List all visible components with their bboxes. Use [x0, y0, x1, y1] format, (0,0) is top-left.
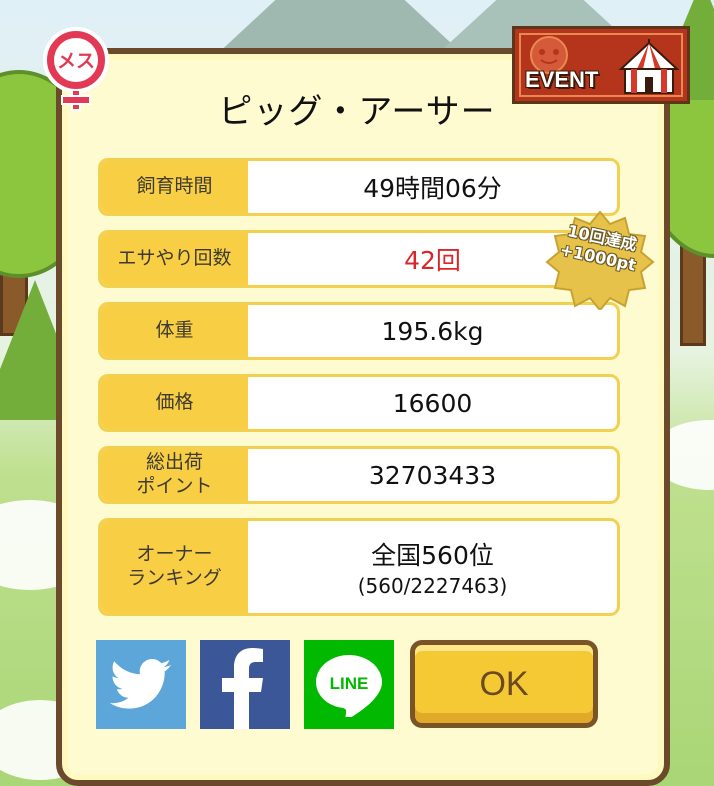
stat-row-raising-time: 飼育時間 49時間06分 — [98, 158, 620, 216]
stat-label: 価格 — [101, 377, 248, 429]
line-share-button[interactable]: LINE — [304, 640, 394, 729]
stat-row-owner-ranking: オーナー ランキング 全国560位 (560/2227463) — [98, 518, 620, 616]
ranking-value: 全国560位 — [371, 541, 494, 570]
stat-value: 32703433 — [368, 460, 497, 490]
stat-label: 体重 — [101, 305, 248, 357]
stat-row-price: 価格 16600 — [98, 374, 620, 432]
gender-label: メス — [57, 50, 95, 72]
stat-label: 飼育時間 — [101, 161, 248, 213]
stat-row-weight: 体重 195.6kg — [98, 302, 620, 360]
stat-label: オーナー ランキング — [101, 521, 248, 613]
line-speech-bubble-icon: LINE — [316, 654, 382, 717]
stat-value: 49時間06分 — [363, 174, 502, 203]
ranking-detail: (560/2227463) — [357, 574, 508, 598]
stat-label: 総出荷 ポイント — [101, 449, 248, 501]
stat-row-feeding-count: エサやり回数 42回 — [98, 230, 620, 288]
facebook-share-button[interactable] — [200, 640, 290, 729]
bonus-badge: 10回達成 +1000pt — [545, 210, 655, 312]
pig-name-title: ピッグ・アーサー — [218, 92, 496, 132]
stat-value: 16600 — [392, 388, 473, 418]
line-label: LINE — [330, 674, 369, 693]
ok-button[interactable]: OK — [410, 640, 598, 728]
stat-row-shipping-points: 総出荷 ポイント 32703433 — [98, 446, 620, 504]
twitter-bird-icon — [109, 658, 171, 709]
stat-label: エサやり回数 — [101, 233, 248, 285]
facebook-f-icon — [222, 648, 263, 729]
twitter-share-button[interactable] — [96, 640, 186, 729]
stat-value: 195.6kg — [381, 316, 484, 346]
